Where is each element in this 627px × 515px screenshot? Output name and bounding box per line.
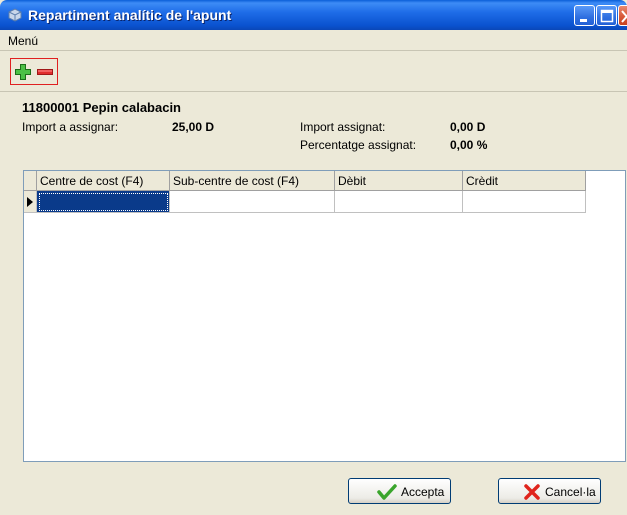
cell-debit[interactable] xyxy=(335,191,463,213)
account-title: 11800001 Pepin calabacin xyxy=(22,100,181,115)
percentage-assigned-label: Percentatge assignat: xyxy=(300,138,417,152)
minimize-icon xyxy=(580,19,587,22)
menu-bar: Menú xyxy=(0,30,627,51)
grid-header: Centre de cost (F4) Sub-centre de cost (… xyxy=(24,171,586,191)
column-header-credit[interactable]: Crèdit xyxy=(463,171,586,191)
accept-button[interactable]: Accepta xyxy=(348,478,451,504)
column-header-cost-center[interactable]: Centre de cost (F4) xyxy=(37,171,170,191)
cell-credit[interactable] xyxy=(463,191,586,213)
current-row-arrow-icon xyxy=(27,197,33,207)
import-to-assign-value: 25,00 D xyxy=(172,120,215,134)
import-to-assign-label: Import a assignar: xyxy=(22,120,119,134)
grid-corner xyxy=(24,171,37,191)
distribution-grid[interactable]: Centre de cost (F4) Sub-centre de cost (… xyxy=(23,170,626,462)
import-assigned-value: 0,00 D xyxy=(450,120,486,134)
cancel-button[interactable]: Cancel·la xyxy=(498,478,601,504)
column-header-sub-cost-center[interactable]: Sub-centre de cost (F4) xyxy=(170,171,335,191)
maximize-icon xyxy=(600,9,614,23)
toolbar xyxy=(0,51,627,92)
check-icon xyxy=(377,484,397,500)
cell-sub-cost-center[interactable] xyxy=(170,191,335,213)
app-icon xyxy=(8,8,22,22)
menu-item-menu[interactable]: Menú xyxy=(8,34,38,48)
column-header-debit[interactable]: Dèbit xyxy=(335,171,463,191)
minimize-button[interactable] xyxy=(574,5,595,26)
row-indicator xyxy=(24,191,37,213)
accept-label: Accepta xyxy=(401,485,445,499)
title-bar[interactable]: Repartiment analític de l'apunt xyxy=(0,0,627,30)
minus-icon[interactable] xyxy=(36,63,54,81)
close-icon xyxy=(621,10,627,23)
plus-icon[interactable] xyxy=(14,63,32,81)
close-button[interactable] xyxy=(618,5,627,26)
cell-cost-center[interactable] xyxy=(37,191,170,213)
window-title: Repartiment analític de l'apunt xyxy=(28,7,232,23)
percentage-assigned-value: 0,00 % xyxy=(450,138,488,152)
maximize-button[interactable] xyxy=(596,5,617,26)
cancel-label: Cancel·la xyxy=(545,485,596,499)
cancel-x-icon xyxy=(524,484,540,500)
import-assigned-label: Import assignat: xyxy=(300,120,386,134)
